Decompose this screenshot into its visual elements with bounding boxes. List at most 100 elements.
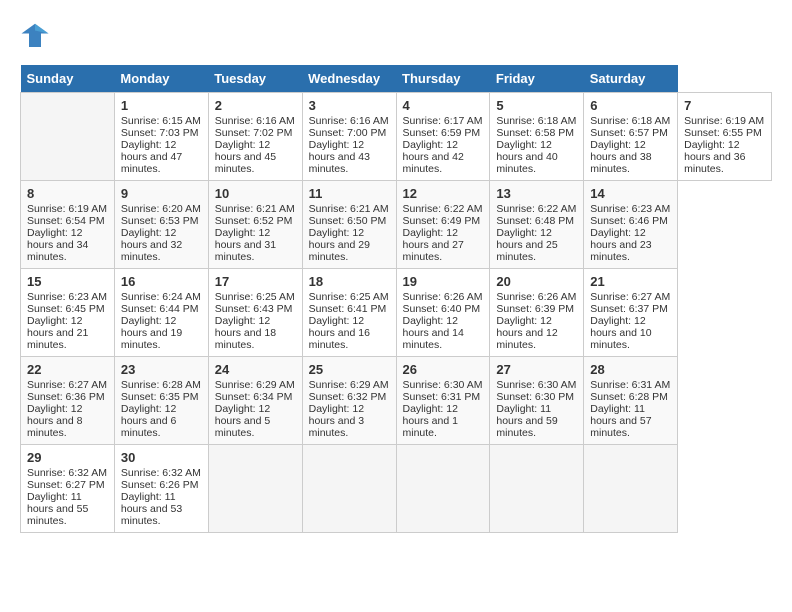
calendar-cell bbox=[302, 445, 396, 533]
day-header-thursday: Thursday bbox=[396, 65, 490, 93]
calendar-cell: 13Sunrise: 6:22 AMSunset: 6:48 PMDayligh… bbox=[490, 181, 584, 269]
day-number: 23 bbox=[121, 362, 202, 377]
day-number: 3 bbox=[309, 98, 390, 113]
day-number: 9 bbox=[121, 186, 202, 201]
day-number: 15 bbox=[27, 274, 108, 289]
sunset-text: Sunset: 6:40 PM bbox=[403, 303, 481, 315]
week-row-5: 29Sunrise: 6:32 AMSunset: 6:27 PMDayligh… bbox=[21, 445, 772, 533]
calendar-cell: 5Sunrise: 6:18 AMSunset: 6:58 PMDaylight… bbox=[490, 93, 584, 181]
daylight-text: Daylight: 11 hours and 55 minutes. bbox=[27, 491, 88, 527]
calendar-cell: 14Sunrise: 6:23 AMSunset: 6:46 PMDayligh… bbox=[584, 181, 678, 269]
sunrise-text: Sunrise: 6:23 AM bbox=[27, 291, 107, 303]
sunrise-text: Sunrise: 6:21 AM bbox=[215, 203, 295, 215]
sunrise-text: Sunrise: 6:22 AM bbox=[403, 203, 483, 215]
sunrise-text: Sunrise: 6:19 AM bbox=[684, 115, 764, 127]
daylight-text: Daylight: 12 hours and 18 minutes. bbox=[215, 315, 276, 351]
sunrise-text: Sunrise: 6:18 AM bbox=[496, 115, 576, 127]
sunset-text: Sunset: 6:34 PM bbox=[215, 391, 293, 403]
sunset-text: Sunset: 6:39 PM bbox=[496, 303, 574, 315]
daylight-text: Daylight: 12 hours and 25 minutes. bbox=[496, 227, 557, 263]
daylight-text: Daylight: 12 hours and 36 minutes. bbox=[684, 139, 745, 175]
sunrise-text: Sunrise: 6:16 AM bbox=[309, 115, 389, 127]
daylight-text: Daylight: 11 hours and 53 minutes. bbox=[121, 491, 182, 527]
calendar-cell: 9Sunrise: 6:20 AMSunset: 6:53 PMDaylight… bbox=[114, 181, 208, 269]
sunset-text: Sunset: 6:36 PM bbox=[27, 391, 105, 403]
sunrise-text: Sunrise: 6:24 AM bbox=[121, 291, 201, 303]
daylight-text: Daylight: 12 hours and 3 minutes. bbox=[309, 403, 364, 439]
day-number: 10 bbox=[215, 186, 296, 201]
daylight-text: Daylight: 11 hours and 57 minutes. bbox=[590, 403, 651, 439]
sunset-text: Sunset: 6:31 PM bbox=[403, 391, 481, 403]
calendar-cell: 24Sunrise: 6:29 AMSunset: 6:34 PMDayligh… bbox=[208, 357, 302, 445]
day-number: 28 bbox=[590, 362, 671, 377]
calendar-table: SundayMondayTuesdayWednesdayThursdayFrid… bbox=[20, 65, 772, 533]
sunset-text: Sunset: 6:59 PM bbox=[403, 127, 481, 139]
daylight-text: Daylight: 12 hours and 27 minutes. bbox=[403, 227, 464, 263]
calendar-cell: 23Sunrise: 6:28 AMSunset: 6:35 PMDayligh… bbox=[114, 357, 208, 445]
sunset-text: Sunset: 7:02 PM bbox=[215, 127, 293, 139]
daylight-text: Daylight: 12 hours and 21 minutes. bbox=[27, 315, 88, 351]
daylight-text: Daylight: 12 hours and 42 minutes. bbox=[403, 139, 464, 175]
day-number: 2 bbox=[215, 98, 296, 113]
sunrise-text: Sunrise: 6:25 AM bbox=[309, 291, 389, 303]
daylight-text: Daylight: 12 hours and 8 minutes. bbox=[27, 403, 82, 439]
calendar-cell: 21Sunrise: 6:27 AMSunset: 6:37 PMDayligh… bbox=[584, 269, 678, 357]
daylight-text: Daylight: 12 hours and 1 minute. bbox=[403, 403, 458, 439]
day-header-monday: Monday bbox=[114, 65, 208, 93]
day-number: 22 bbox=[27, 362, 108, 377]
sunrise-text: Sunrise: 6:30 AM bbox=[496, 379, 576, 391]
sunrise-text: Sunrise: 6:21 AM bbox=[309, 203, 389, 215]
calendar-cell bbox=[21, 93, 115, 181]
calendar-cell: 6Sunrise: 6:18 AMSunset: 6:57 PMDaylight… bbox=[584, 93, 678, 181]
sunrise-text: Sunrise: 6:16 AM bbox=[215, 115, 295, 127]
day-header-friday: Friday bbox=[490, 65, 584, 93]
day-number: 13 bbox=[496, 186, 577, 201]
calendar-cell: 11Sunrise: 6:21 AMSunset: 6:50 PMDayligh… bbox=[302, 181, 396, 269]
day-number: 27 bbox=[496, 362, 577, 377]
calendar-cell bbox=[584, 445, 678, 533]
daylight-text: Daylight: 11 hours and 59 minutes. bbox=[496, 403, 557, 439]
sunset-text: Sunset: 6:26 PM bbox=[121, 479, 199, 491]
daylight-text: Daylight: 12 hours and 5 minutes. bbox=[215, 403, 270, 439]
page-header bbox=[20, 20, 772, 50]
sunrise-text: Sunrise: 6:28 AM bbox=[121, 379, 201, 391]
sunset-text: Sunset: 6:45 PM bbox=[27, 303, 105, 315]
calendar-cell: 29Sunrise: 6:32 AMSunset: 6:27 PMDayligh… bbox=[21, 445, 115, 533]
daylight-text: Daylight: 12 hours and 38 minutes. bbox=[590, 139, 651, 175]
day-number: 19 bbox=[403, 274, 484, 289]
daylight-text: Daylight: 12 hours and 19 minutes. bbox=[121, 315, 182, 351]
daylight-text: Daylight: 12 hours and 45 minutes. bbox=[215, 139, 276, 175]
daylight-text: Daylight: 12 hours and 10 minutes. bbox=[590, 315, 651, 351]
sunrise-text: Sunrise: 6:25 AM bbox=[215, 291, 295, 303]
daylight-text: Daylight: 12 hours and 23 minutes. bbox=[590, 227, 651, 263]
day-number: 5 bbox=[496, 98, 577, 113]
day-header-saturday: Saturday bbox=[584, 65, 678, 93]
sunrise-text: Sunrise: 6:29 AM bbox=[215, 379, 295, 391]
sunrise-text: Sunrise: 6:27 AM bbox=[590, 291, 670, 303]
calendar-cell bbox=[490, 445, 584, 533]
sunrise-text: Sunrise: 6:30 AM bbox=[403, 379, 483, 391]
calendar-cell: 19Sunrise: 6:26 AMSunset: 6:40 PMDayligh… bbox=[396, 269, 490, 357]
sunset-text: Sunset: 6:28 PM bbox=[590, 391, 668, 403]
day-number: 8 bbox=[27, 186, 108, 201]
calendar-cell: 8Sunrise: 6:19 AMSunset: 6:54 PMDaylight… bbox=[21, 181, 115, 269]
calendar-cell: 30Sunrise: 6:32 AMSunset: 6:26 PMDayligh… bbox=[114, 445, 208, 533]
logo bbox=[20, 20, 52, 50]
sunrise-text: Sunrise: 6:19 AM bbox=[27, 203, 107, 215]
calendar-cell: 4Sunrise: 6:17 AMSunset: 6:59 PMDaylight… bbox=[396, 93, 490, 181]
daylight-text: Daylight: 12 hours and 32 minutes. bbox=[121, 227, 182, 263]
day-number: 1 bbox=[121, 98, 202, 113]
calendar-cell: 28Sunrise: 6:31 AMSunset: 6:28 PMDayligh… bbox=[584, 357, 678, 445]
sunrise-text: Sunrise: 6:32 AM bbox=[121, 467, 201, 479]
calendar-cell: 22Sunrise: 6:27 AMSunset: 6:36 PMDayligh… bbox=[21, 357, 115, 445]
day-number: 25 bbox=[309, 362, 390, 377]
day-number: 17 bbox=[215, 274, 296, 289]
sunset-text: Sunset: 6:43 PM bbox=[215, 303, 293, 315]
sunrise-text: Sunrise: 6:18 AM bbox=[590, 115, 670, 127]
day-number: 20 bbox=[496, 274, 577, 289]
sunset-text: Sunset: 6:44 PM bbox=[121, 303, 199, 315]
calendar-cell: 18Sunrise: 6:25 AMSunset: 6:41 PMDayligh… bbox=[302, 269, 396, 357]
sunset-text: Sunset: 6:57 PM bbox=[590, 127, 668, 139]
sunset-text: Sunset: 6:53 PM bbox=[121, 215, 199, 227]
calendar-cell: 10Sunrise: 6:21 AMSunset: 6:52 PMDayligh… bbox=[208, 181, 302, 269]
